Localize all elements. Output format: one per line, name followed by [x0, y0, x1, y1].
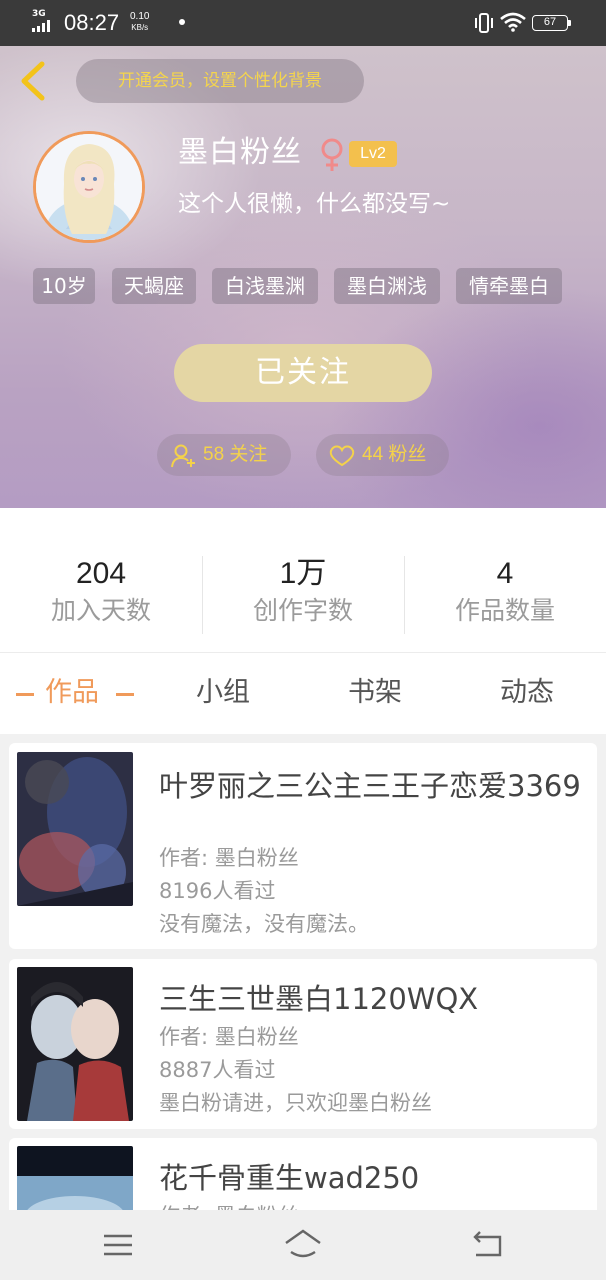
active-tab-marker — [16, 693, 34, 696]
chevron-left-icon[interactable] — [16, 58, 48, 104]
work-title: 花千骨重生wad250 — [159, 1161, 420, 1195]
stat-works-count: 4 作品数量 — [404, 554, 606, 628]
profile-tag: 情牵墨白 — [456, 268, 562, 304]
tab-groups[interactable]: 小组 — [196, 673, 250, 713]
back-arrow-icon[interactable] — [468, 1227, 508, 1263]
work-author: 作者: 墨白粉丝 — [159, 1025, 299, 1049]
stats-panel: 204 加入天数 1万 创作字数 4 作品数量 — [0, 508, 606, 652]
tab-activity[interactable]: 动态 — [500, 673, 554, 713]
following-button[interactable]: 58 关注 — [157, 434, 291, 476]
list-item[interactable]: 花千骨重生wad250 作者: 墨白粉丝 — [9, 1138, 597, 1210]
work-description: 墨白粉请进，只欢迎墨白粉丝 — [159, 1091, 432, 1115]
heart-icon — [329, 445, 355, 467]
female-icon — [321, 138, 343, 171]
book-cover — [17, 967, 133, 1121]
vibrate-icon — [475, 13, 493, 33]
work-title: 叶罗丽之三公主三王子恋爱3369 — [159, 769, 581, 803]
speed-value: 0.10 — [130, 11, 150, 22]
work-description: 没有魔法，没有魔法。 — [159, 912, 369, 936]
tab-bookshelf[interactable]: 书架 — [348, 673, 402, 713]
level-badge: Lv2 — [349, 141, 397, 167]
stat-join-days: 204 加入天数 — [0, 554, 202, 628]
avatar[interactable] — [33, 131, 145, 243]
works-list: 叶罗丽之三公主三王子恋爱3369 作者: 墨白粉丝 8196人看过 没有魔法，没… — [0, 734, 606, 1210]
username: 墨白粉丝 — [178, 135, 302, 170]
vip-banner-button[interactable]: 开通会员，设置个性化背景 — [76, 59, 364, 103]
network-speed: 0.10 KB/s — [130, 11, 149, 33]
work-views: 8196人看过 — [159, 879, 276, 903]
stat-value: 1万 — [279, 557, 327, 590]
speed-unit: KB/s — [131, 23, 149, 32]
stat-label: 创作字数 — [252, 596, 353, 625]
profile-tag: 天蝎座 — [112, 268, 196, 304]
work-author: 作者: 墨白粉丝 — [159, 846, 299, 870]
list-item[interactable]: 叶罗丽之三公主三王子恋爱3369 作者: 墨白粉丝 8196人看过 没有魔法，没… — [9, 743, 597, 949]
fans-button[interactable]: 44 粉丝 — [316, 434, 449, 476]
profile-tag: 白浅墨渊 — [212, 268, 318, 304]
stat-value: 4 — [496, 557, 514, 590]
following-count: 58 关注 — [203, 444, 268, 465]
clock: 08:27 — [64, 10, 120, 35]
system-nav-bar — [0, 1210, 606, 1280]
work-title: 三生三世墨白1120WQX — [159, 982, 479, 1016]
profile-tag: 墨白渊浅 — [334, 268, 440, 304]
work-author: 作者: 墨白粉丝 — [159, 1201, 299, 1210]
stat-label: 加入天数 — [50, 596, 151, 625]
status-bar: 3G 08:27 0.10 KB/s 67 — [0, 0, 606, 46]
stat-word-count: 1万 创作字数 — [202, 554, 404, 628]
notification-dot-icon — [179, 19, 185, 25]
menu-icon[interactable] — [98, 1227, 138, 1263]
user-bio: 这个人很懒，什么都没写~ — [178, 191, 451, 217]
book-cover — [17, 1146, 133, 1210]
stat-value: 204 — [75, 557, 127, 590]
profile-tag: 10岁 — [33, 268, 95, 304]
list-item[interactable]: 三生三世墨白1120WQX 作者: 墨白粉丝 8887人看过 墨白粉请进，只欢迎… — [9, 959, 597, 1129]
network-type: 3G — [32, 9, 46, 19]
home-icon[interactable] — [283, 1227, 323, 1263]
follow-button[interactable]: 已关注 — [174, 344, 432, 402]
book-cover — [17, 752, 133, 906]
stat-label: 作品数量 — [454, 596, 555, 625]
tab-bar: 作品 小组 书架 动态 — [0, 652, 606, 734]
avatar-image — [36, 134, 142, 240]
signal-icon — [32, 20, 50, 32]
wifi-icon — [500, 12, 526, 32]
fans-count: 44 粉丝 — [362, 444, 427, 465]
work-views: 8887人看过 — [159, 1058, 276, 1082]
battery-tip — [568, 20, 571, 26]
battery-icon: 67 — [532, 15, 568, 31]
active-tab-marker — [116, 693, 134, 696]
user-add-icon — [171, 444, 195, 468]
tab-works[interactable]: 作品 — [45, 673, 99, 713]
